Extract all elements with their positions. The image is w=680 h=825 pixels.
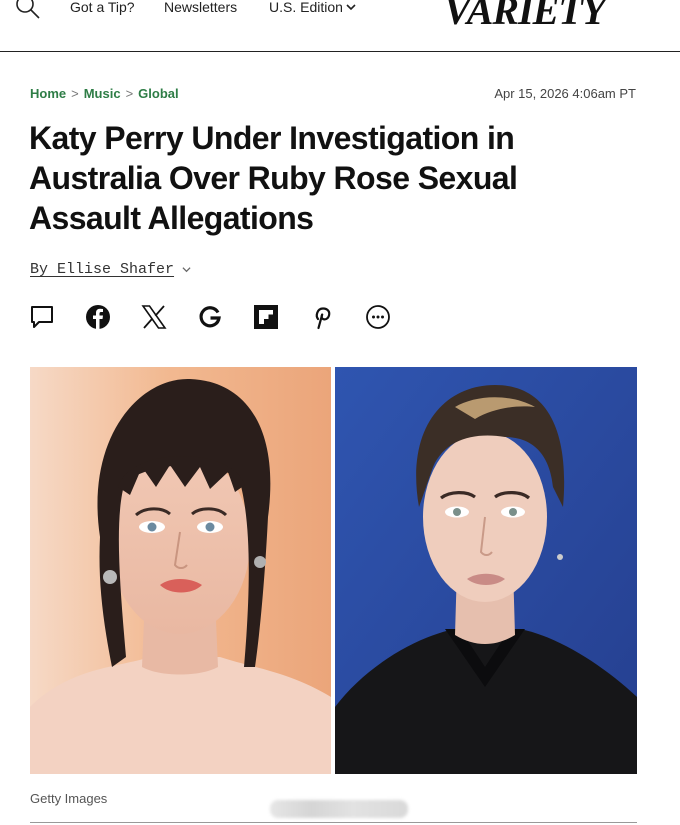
comment-button[interactable] (28, 303, 56, 331)
hero-image-katy-perry (30, 367, 331, 774)
breadcrumb-home[interactable]: Home (30, 86, 66, 101)
google-icon (199, 306, 221, 328)
breadcrumb: Home > Music > Global (30, 86, 179, 101)
pinterest-icon (315, 307, 331, 330)
author-link[interactable]: By Ellise Shafer (30, 261, 174, 278)
chevron-down-icon (346, 4, 356, 11)
edition-selector[interactable]: U.S. Edition (269, 0, 356, 15)
blurred-overlay (270, 800, 408, 818)
portrait-illustration (30, 367, 331, 774)
newsletters-link[interactable]: Newsletters (164, 0, 237, 15)
breadcrumb-separator: > (125, 86, 134, 101)
publish-date: Apr 15, 2026 4:06am PT (494, 86, 636, 101)
x-share-button[interactable] (140, 303, 168, 331)
got-a-tip-link[interactable]: Got a Tip? (70, 0, 135, 15)
chevron-down-icon[interactable] (182, 265, 191, 274)
variety-logo[interactable]: VARIETY (442, 0, 608, 30)
top-navigation: Got a Tip? Newsletters U.S. Edition VARI… (0, 0, 680, 52)
facebook-share-button[interactable] (84, 303, 112, 331)
x-icon (141, 305, 167, 329)
hero-image-ruby-rose (335, 367, 637, 774)
more-icon (366, 305, 390, 329)
google-share-button[interactable] (196, 303, 224, 331)
comment-icon (31, 306, 53, 328)
more-share-button[interactable] (364, 303, 392, 331)
portrait-illustration (335, 367, 637, 774)
image-credit: Getty Images (30, 791, 108, 806)
edition-label: U.S. Edition (269, 0, 343, 15)
logo-text: VARIETY (444, 0, 608, 30)
breadcrumb-separator: > (71, 86, 79, 101)
share-bar (28, 303, 420, 331)
facebook-icon (86, 305, 110, 329)
article-headline: Katy Perry Under Investigation in Austra… (29, 120, 518, 236)
pinterest-share-button[interactable] (308, 303, 336, 331)
byline: By Ellise Shafer (30, 261, 191, 278)
breadcrumb-global[interactable]: Global (138, 86, 178, 101)
flipboard-icon (254, 305, 278, 329)
breadcrumb-music[interactable]: Music (84, 86, 121, 101)
flipboard-share-button[interactable] (252, 303, 280, 331)
caption-divider (30, 822, 637, 823)
search-icon[interactable] (14, 0, 42, 22)
